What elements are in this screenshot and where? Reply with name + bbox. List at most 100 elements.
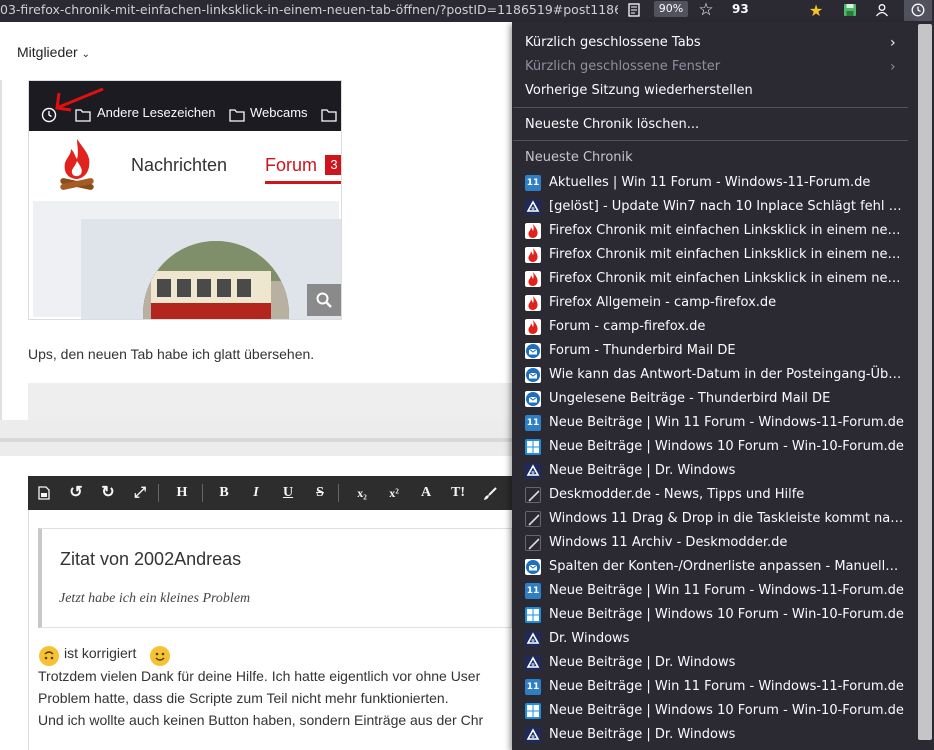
account-icon[interactable]: [872, 0, 892, 20]
underline-button[interactable]: U: [276, 476, 300, 510]
menu-recently-closed-tabs[interactable]: Kürzlich geschlossene Tabs: [525, 31, 701, 55]
source-code-icon[interactable]: [32, 476, 56, 510]
history-item-label: Neue Beiträge | Dr. Windows: [549, 463, 736, 478]
history-item[interactable]: Firefox Chronik mit einfachen Linksklick…: [525, 267, 909, 291]
history-item-label: Forum - Thunderbird Mail DE: [549, 343, 736, 358]
subscript-button[interactable]: x₂: [350, 476, 374, 510]
font-size-button[interactable]: T!: [446, 476, 470, 510]
history-item[interactable]: Neue Beiträge | Windows 10 Forum - Win-1…: [525, 603, 909, 627]
brush-icon[interactable]: [478, 476, 502, 510]
url-bar-text[interactable]: 03-firefox-chronik-mit-einfachen-linkskl…: [0, 0, 618, 22]
win11-forum-icon: 11: [525, 175, 541, 191]
history-item-label: Neue Beiträge | Windows 10 Forum - Win-1…: [549, 607, 904, 622]
camp-firefox-icon: [525, 223, 541, 239]
font-button[interactable]: A: [414, 476, 438, 510]
history-item[interactable]: Forum - camp-firefox.de: [525, 315, 909, 339]
history-item[interactable]: Neue Beiträge | Dr. Windows: [525, 723, 909, 747]
history-toolbar-button[interactable]: [904, 0, 932, 21]
history-item[interactable]: 11 Aktuelles | Win 11 Forum - Windows-11-…: [525, 171, 909, 195]
history-item[interactable]: Neue Beiträge | Windows 10 Forum - Win-1…: [525, 699, 909, 723]
history-item[interactable]: Firefox Chronik mit einfachen Linksklick…: [525, 243, 909, 267]
menu-separator: [513, 140, 908, 141]
history-item[interactable]: Neue Beiträge | Dr. Windows: [525, 459, 909, 483]
undo-icon[interactable]: ↺: [64, 476, 88, 510]
fullscreen-icon[interactable]: ⤢: [128, 476, 152, 510]
italic-button[interactable]: I: [244, 476, 268, 510]
heading-button[interactable]: H: [170, 476, 194, 510]
history-item[interactable]: 11 Neue Beiträge | Win 11 Forum - Windows…: [525, 579, 909, 603]
thunderbird-icon: [525, 367, 541, 383]
history-item[interactable]: Forum - Thunderbird Mail DE: [525, 339, 909, 363]
nav-forum: Forum: [265, 155, 318, 175]
history-item[interactable]: Windows 11 Archiv - Deskmodder.de: [525, 531, 909, 555]
menu-separator: [513, 107, 908, 108]
drwindows-icon: [525, 727, 541, 743]
history-item[interactable]: Deskmodder.de - News, Tipps und Hilfe: [525, 483, 909, 507]
superscript-button[interactable]: x²: [382, 476, 406, 510]
toolbar-separator: [338, 484, 339, 502]
history-item-label: Neue Beiträge | Win 11 Forum - Windows-1…: [549, 583, 904, 598]
drwindows-icon: [525, 655, 541, 671]
body-text-line: ist korrigiert: [64, 645, 137, 661]
history-item[interactable]: Firefox Allgemein - camp-firefox.de: [525, 291, 909, 315]
history-item-label: Deskmodder.de - News, Tipps und Hilfe: [549, 487, 805, 502]
camp-firefox-icon: [525, 295, 541, 311]
deskmodder-icon: [525, 535, 541, 551]
bookmark-filled-star-icon[interactable]: ★: [806, 0, 826, 20]
camp-firefox-icon: [525, 271, 541, 287]
body-text-line: Trotzdem vielen Dank für deine Hilfe. Ic…: [38, 668, 481, 684]
folder-icon: [75, 107, 91, 126]
deskmodder-icon: [525, 511, 541, 527]
camp-firefox-icon: [525, 247, 541, 263]
magnify-icon[interactable]: [307, 284, 341, 316]
post-text: Ups, den neuen Tab habe ich glatt überse…: [28, 346, 315, 362]
camp-firefox-icon: [525, 319, 541, 335]
quote-box: [38, 528, 512, 628]
history-item[interactable]: Neue Beiträge | Windows 10 Forum - Win-1…: [525, 435, 909, 459]
history-item[interactable]: Ungelesene Beiträge - Thunderbird Mail D…: [525, 387, 909, 411]
chevron-right-icon: ›: [890, 59, 896, 75]
win11-forum-icon: 11: [525, 679, 541, 695]
nav-mitglieder[interactable]: Mitglieder ⌄: [17, 44, 90, 60]
redo-icon[interactable]: ↻: [96, 476, 120, 510]
nav-nachrichten: Nachrichten: [131, 155, 228, 175]
history-item[interactable]: Dr. Windows: [525, 627, 909, 651]
history-item-label: Neue Beiträge | Win 11 Forum - Windows-1…: [549, 679, 904, 694]
editor-toolbar: ↺ ↻ ⤢ H B I U S x₂ x² A T!: [28, 476, 512, 510]
win11-forum-icon: 11: [525, 583, 541, 599]
history-item-label: Spalten der Konten-/Ordnerliste anpassen…: [549, 559, 905, 574]
menu-recently-closed-windows[interactable]: Kürzlich geschlossene Fenster: [525, 55, 720, 79]
save-icon[interactable]: [840, 0, 860, 20]
windows10-icon: [525, 439, 541, 455]
history-item[interactable]: Firefox Chronik mit einfachen Linksklick…: [525, 219, 909, 243]
reader-view-icon[interactable]: [624, 0, 644, 20]
history-item-label: Forum - camp-firefox.de: [549, 319, 706, 334]
windows10-icon: [525, 607, 541, 623]
history-item-label: Neue Beiträge | Windows 10 Forum - Win-1…: [549, 439, 904, 454]
menu-clear-history[interactable]: Neueste Chronik löschen...: [525, 113, 699, 137]
history-item[interactable]: [gelöst] - Update Win7 nach 10 Inplace S…: [525, 195, 909, 219]
quote-text: Jetzt habe ich ein kleines Problem: [59, 591, 251, 606]
embedded-screenshot[interactable]: Andere Lesezeichen Webcams Nachrichten F…: [28, 80, 342, 320]
menu-restore-session[interactable]: Vorherige Sitzung wiederherstellen: [525, 79, 753, 103]
thunderbird-icon: [525, 559, 541, 575]
bold-button[interactable]: B: [212, 476, 236, 510]
history-item[interactable]: Windows 11 Drag & Drop in die Taskleiste…: [525, 507, 909, 531]
history-item[interactable]: 11 Neue Beiträge | Win 11 Forum - Windows…: [525, 411, 909, 435]
bookmark-star-icon[interactable]: ☆: [696, 0, 716, 20]
history-item[interactable]: Spalten der Konten-/Ordnerliste anpassen…: [525, 555, 909, 579]
history-item[interactable]: Neue Beiträge | Dr. Windows: [525, 651, 909, 675]
scrollbar-thumb[interactable]: [918, 24, 932, 740]
windows10-icon: [525, 703, 541, 719]
history-item-label: Windows 11 Drag & Drop in die Taskleiste…: [549, 511, 905, 526]
history-icon: [911, 3, 925, 17]
strikethrough-button[interactable]: S: [308, 476, 332, 510]
embedded-browser-bar: Andere Lesezeichen Webcams: [29, 81, 341, 131]
zoom-level-button[interactable]: 90%: [654, 1, 688, 17]
history-item[interactable]: Wie kann das Antwort-Datum in der Postei…: [525, 363, 909, 387]
history-item[interactable]: 11 Neue Beiträge | Win 11 Forum - Windows…: [525, 675, 909, 699]
history-item-label: Firefox Chronik mit einfachen Linksklick…: [549, 271, 905, 286]
body-text-line: Problem hatte, dass die Scripte zum Teil…: [38, 690, 449, 706]
embedded-site-header: Nachrichten Forum 3: [29, 131, 341, 201]
history-item-label: Neue Beiträge | Win 11 Forum - Windows-1…: [549, 415, 904, 430]
